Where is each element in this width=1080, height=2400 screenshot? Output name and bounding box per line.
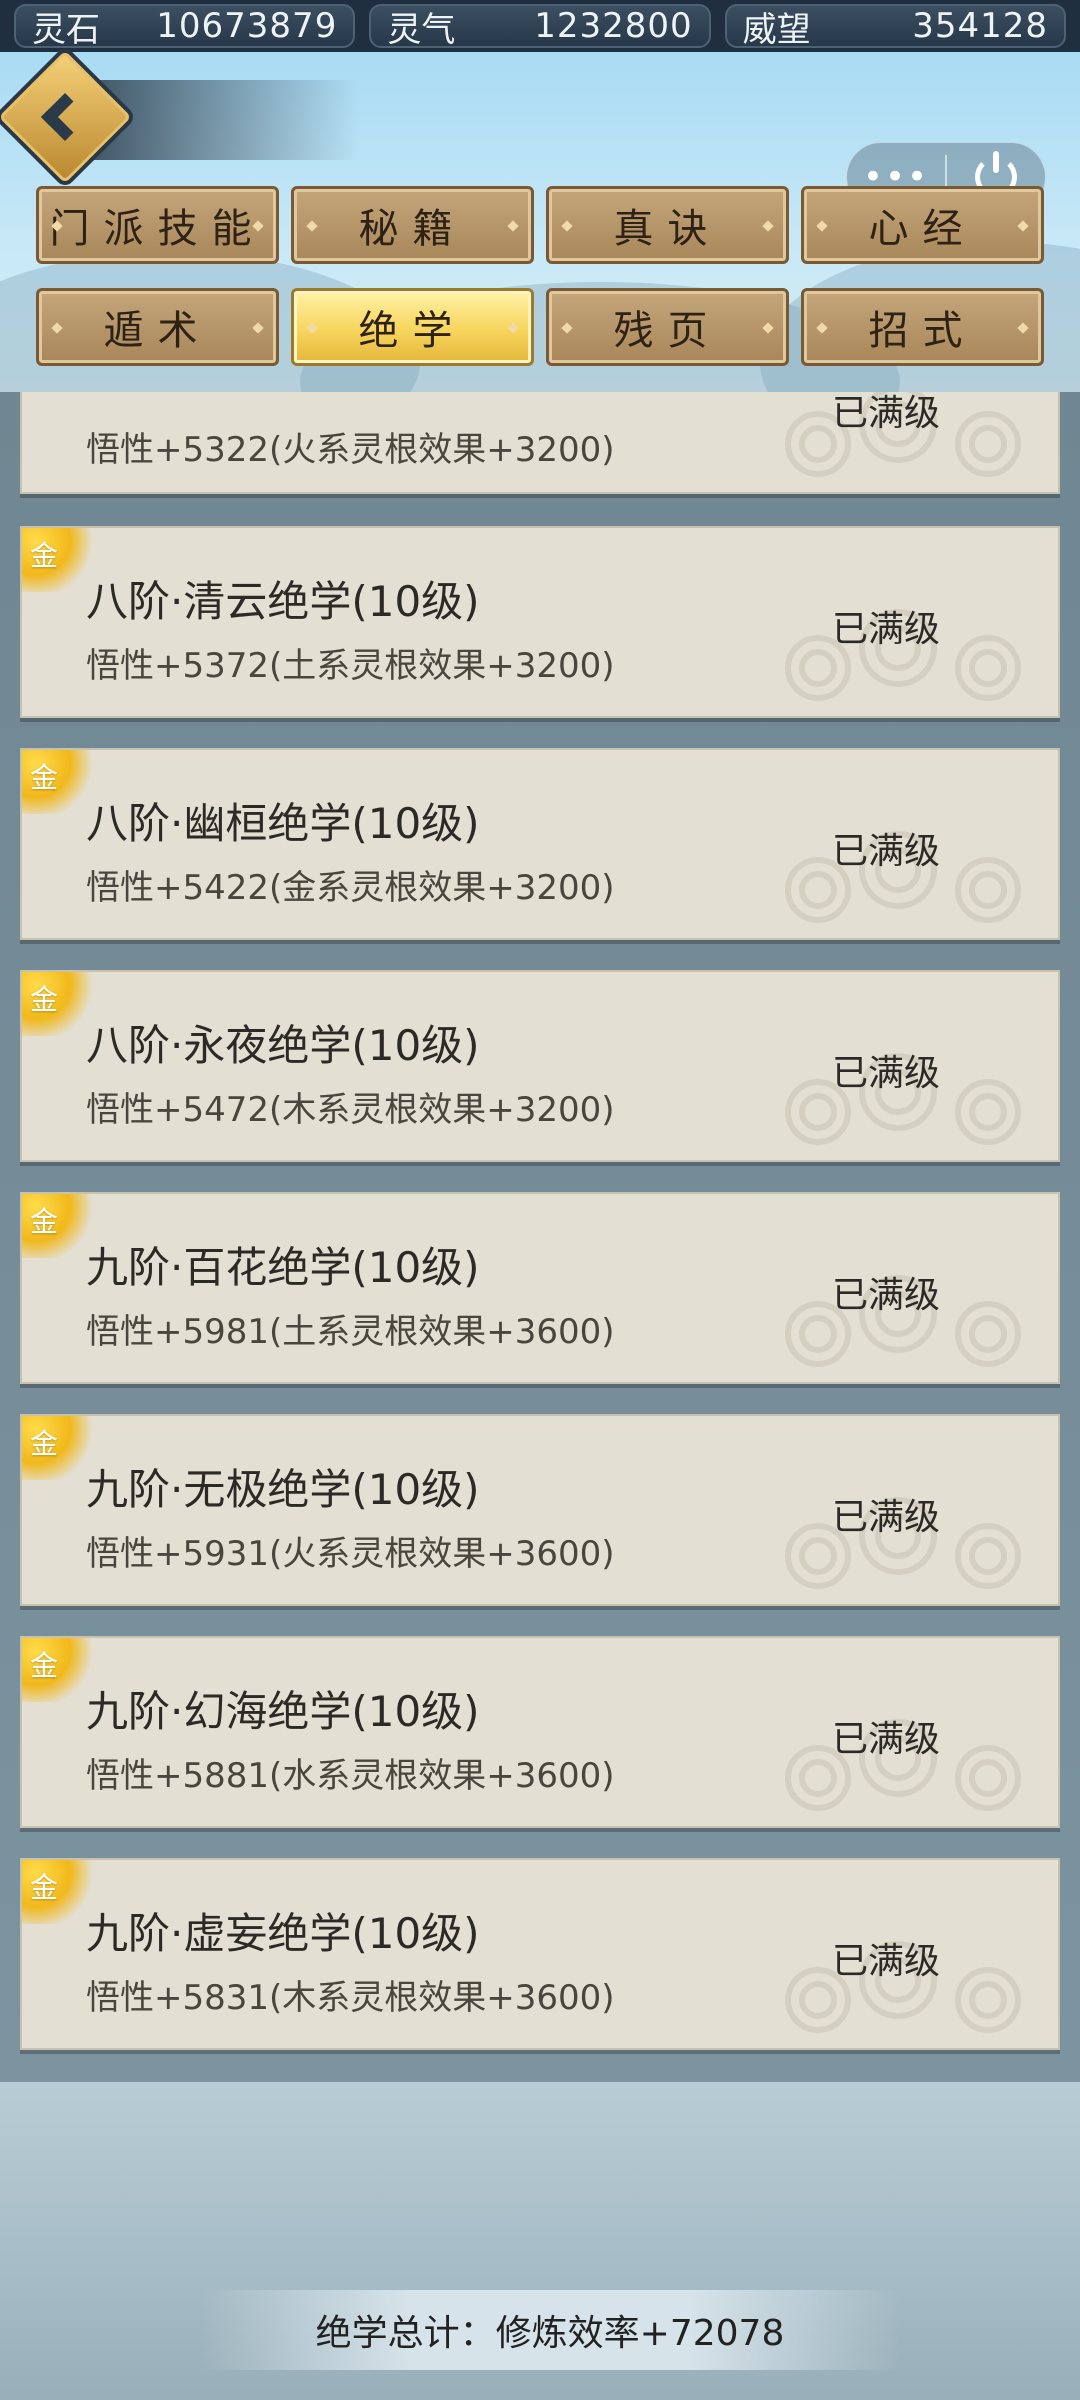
tab-ultimate-arts[interactable]: 绝学: [291, 288, 534, 366]
skill-name: 九阶·幻海绝学(10级): [86, 1687, 480, 1736]
skill-name: 九阶·无极绝学(10级): [86, 1465, 480, 1514]
status-label: 已满级: [832, 1719, 941, 1760]
list-item[interactable]: 金 九阶·百花绝学(10级) 悟性+5981(土系灵根效果+3600) 已满级: [20, 1192, 1060, 1384]
resource-label: 威望: [742, 9, 811, 50]
skill-name: 八阶·清云绝学(10级): [86, 577, 480, 626]
status-label: 已满级: [832, 393, 941, 434]
skill-effect: 悟性+5981(土系灵根效果+3600): [86, 1312, 615, 1352]
skill-name: 九阶·百花绝学(10级): [86, 1243, 480, 1292]
gold-badge: 金: [22, 750, 92, 814]
resource-spirit-stone: 灵石 10673879: [14, 4, 356, 50]
category-tabs: 门派技能 秘籍 真诀 心经 遁术 绝学 残页 招式: [36, 186, 1044, 366]
tab-heart-sutra[interactable]: 心经: [801, 186, 1044, 264]
list-item[interactable]: 金 八阶·清云绝学(10级) 悟性+5372(土系灵根效果+3200) 已满级: [20, 526, 1060, 718]
skill-name: 八阶·永夜绝学(10级): [86, 1021, 480, 1070]
resource-label: 灵石: [32, 9, 100, 50]
gold-badge: 金: [22, 528, 92, 592]
gold-badge: 金: [22, 1638, 92, 1702]
total-summary: 绝学总计：修炼效率+72078: [200, 2290, 900, 2370]
gold-badge: 金: [22, 1416, 92, 1480]
resource-bar: 灵石 10673879 灵气 1232800 威望 354128: [0, 0, 1080, 52]
skill-effect: 悟性+5422(金系灵根效果+3200): [86, 868, 615, 908]
skill-list[interactable]: 已满级 悟性+5322(火系灵根效果+3200) 金 八阶·清云绝学(10级) …: [0, 392, 1080, 2082]
status-label: 已满级: [832, 1053, 941, 1094]
tab-moves[interactable]: 招式: [801, 288, 1044, 366]
skill-name: 八阶·幽桓绝学(10级): [86, 799, 480, 848]
skill-effect: 悟性+5372(土系灵根效果+3200): [86, 646, 615, 686]
tab-sect-skills[interactable]: 门派技能: [36, 186, 279, 264]
skill-effect: 悟性+5881(水系灵根效果+3600): [86, 1756, 615, 1796]
skill-effect: 悟性+5472(木系灵根效果+3200): [86, 1090, 615, 1130]
resource-value: 1232800: [534, 6, 693, 46]
resource-value: 354128: [912, 6, 1048, 46]
resource-spirit-qi: 灵气 1232800: [369, 4, 711, 50]
status-label: 已满级: [832, 1497, 941, 1538]
gold-badge: 金: [22, 1194, 92, 1258]
resource-label: 灵气: [387, 9, 456, 50]
list-item[interactable]: 金 八阶·幽桓绝学(10级) 悟性+5422(金系灵根效果+3200) 已满级: [20, 748, 1060, 940]
gold-badge: 金: [22, 972, 92, 1036]
status-label: 已满级: [832, 609, 941, 650]
chevron-left-icon: [40, 92, 90, 142]
status-label: 已满级: [832, 1275, 941, 1316]
skill-effect: 悟性+5831(木系灵根效果+3600): [86, 1978, 615, 2018]
list-item[interactable]: 金 九阶·无极绝学(10级) 悟性+5931(火系灵根效果+3600) 已满级: [20, 1414, 1060, 1606]
list-item[interactable]: 已满级 悟性+5322(火系灵根效果+3200): [20, 392, 1060, 494]
skill-effect: 悟性+5931(火系灵根效果+3600): [86, 1534, 615, 1574]
tab-escape-arts[interactable]: 遁术: [36, 288, 279, 366]
skill-effect: 悟性+5322(火系灵根效果+3200): [86, 430, 615, 470]
list-item[interactable]: 金 九阶·幻海绝学(10级) 悟性+5881(水系灵根效果+3600) 已满级: [20, 1636, 1060, 1828]
skill-name: 九阶·虚妄绝学(10级): [86, 1909, 480, 1958]
status-label: 已满级: [832, 831, 941, 872]
status-label: 已满级: [832, 1941, 941, 1982]
list-item[interactable]: 金 八阶·永夜绝学(10级) 悟性+5472(木系灵根效果+3200) 已满级: [20, 970, 1060, 1162]
gold-badge: 金: [22, 1860, 92, 1924]
resource-value: 10673879: [156, 6, 338, 46]
tab-fragments[interactable]: 残页: [546, 288, 789, 366]
list-item[interactable]: 金 九阶·虚妄绝学(10级) 悟性+5831(木系灵根效果+3600) 已满级: [20, 1858, 1060, 2050]
tab-secret-books[interactable]: 秘籍: [291, 186, 534, 264]
tab-true-formula[interactable]: 真诀: [546, 186, 789, 264]
resource-prestige: 威望 354128: [724, 4, 1066, 50]
